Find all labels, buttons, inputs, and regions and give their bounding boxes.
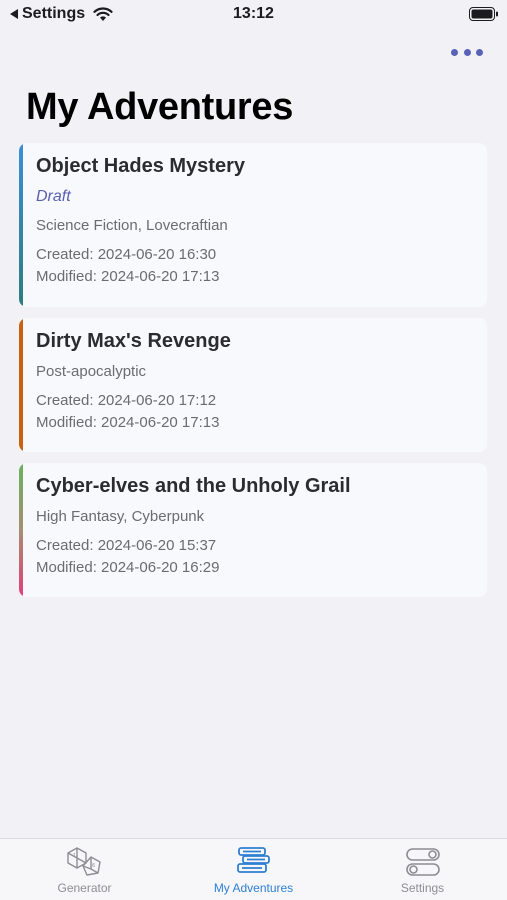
adventure-modified: Modified: 2024-06-20 17:13 [36,414,220,431]
tab-my-adventures[interactable]: My Adventures [169,839,338,900]
tab-settings[interactable]: Settings [338,839,507,900]
adventure-modified: Modified: 2024-06-20 16:29 [36,559,220,576]
adventure-card[interactable]: Object Hades Mystery Draft Science Ficti… [19,143,487,307]
battery-icon [469,7,498,21]
adventure-list: Object Hades Mystery Draft Science Ficti… [19,143,487,608]
tab-label: Settings [400,881,445,895]
adventure-card[interactable]: Dirty Max's Revenge Post-apocalyptic Cre… [19,318,487,452]
adventure-modified: Modified: 2024-06-20 17:13 [36,268,220,285]
adventure-title: Object Hades Mystery [36,155,245,177]
svg-text:6: 6 [92,863,95,869]
adventure-status: Draft [36,188,71,205]
more-dot-icon [451,48,458,56]
more-dot-icon [476,48,483,56]
tab-label: Generator [57,881,112,895]
status-bar: Settings 13:12 [0,0,507,30]
card-accent-bar [19,318,23,452]
card-accent-bar [19,143,23,307]
adventure-created: Created: 2024-06-20 17:12 [36,392,217,409]
adventure-genres: High Fantasy, Cyberpunk [36,508,205,525]
more-options-button[interactable] [451,44,483,60]
adventure-created: Created: 2024-06-20 15:37 [36,537,217,554]
books-icon [236,847,270,873]
toggles-icon [405,848,440,876]
tab-label: My Adventures [213,881,294,895]
more-dot-icon [463,48,471,56]
adventure-card[interactable]: Cyber-elves and the Unholy Grail High Fa… [19,463,487,597]
tab-generator[interactable]: 1 6 Generator [0,839,169,900]
adventure-genres: Post-apocalyptic [36,363,147,380]
adventure-created: Created: 2024-06-20 16:30 [36,246,217,263]
adventure-title: Cyber-elves and the Unholy Grail [36,475,351,497]
card-accent-bar [19,463,23,597]
svg-text:1: 1 [73,853,76,859]
adventure-title: Dirty Max's Revenge [36,330,231,352]
adventure-genres: Science Fiction, Lovecraftian [36,217,228,234]
dice-icon: 1 6 [66,847,101,876]
status-time: 13:12 [233,5,274,22]
page-title: My Adventures [26,86,294,128]
tab-bar: 1 6 Generator My Adventures Settings [0,838,507,900]
